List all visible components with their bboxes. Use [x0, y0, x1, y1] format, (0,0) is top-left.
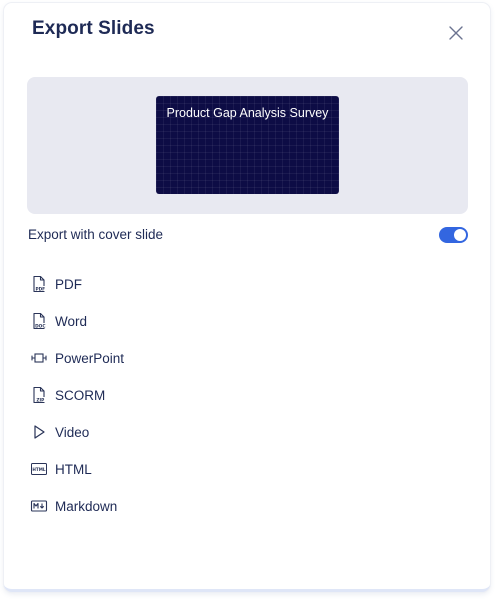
- export-option-word[interactable]: DOC Word: [28, 301, 468, 341]
- svg-text:HTML: HTML: [32, 467, 46, 472]
- markdown-icon: [29, 496, 49, 516]
- export-format-list: PDF PDF DOC Word PowerPoint ZIP SCORM Vi…: [28, 267, 468, 526]
- format-label: SCORM: [55, 387, 106, 403]
- close-icon[interactable]: [446, 23, 466, 43]
- html-icon: HTML: [29, 459, 49, 479]
- slide-preview-area: Product Gap Analysis Survey: [27, 77, 468, 214]
- slide-title: Product Gap Analysis Survey: [166, 106, 329, 120]
- cover-slide-toggle[interactable]: [439, 227, 468, 243]
- export-slides-dialog: Export Slides Product Gap Analysis Surve…: [4, 3, 490, 592]
- cover-slide-label: Export with cover slide: [28, 227, 164, 242]
- svg-text:DOC: DOC: [35, 323, 45, 329]
- format-label: Video: [55, 424, 90, 440]
- export-option-html[interactable]: HTML HTML: [28, 449, 468, 489]
- format-label: HTML: [55, 461, 92, 477]
- pdf-file-icon: PDF: [29, 274, 49, 294]
- dialog-title: Export Slides: [32, 18, 155, 39]
- cover-slide-thumbnail: Product Gap Analysis Survey: [156, 96, 339, 194]
- export-option-scorm[interactable]: ZIP SCORM: [28, 375, 468, 415]
- toggle-knob: [454, 229, 466, 241]
- svg-text:PDF: PDF: [35, 286, 45, 292]
- export-option-pdf[interactable]: PDF PDF: [28, 264, 468, 304]
- format-label: PowerPoint: [55, 350, 125, 366]
- format-label: Markdown: [55, 498, 118, 514]
- export-option-markdown[interactable]: Markdown: [28, 486, 468, 526]
- svg-text:ZIP: ZIP: [36, 397, 44, 403]
- export-option-video[interactable]: Video: [28, 412, 468, 452]
- format-label: PDF: [55, 276, 82, 292]
- play-icon: [29, 422, 49, 442]
- zip-file-icon: ZIP: [29, 385, 49, 405]
- doc-file-icon: DOC: [29, 311, 49, 331]
- format-label: Word: [55, 313, 88, 329]
- presentation-icon: [29, 348, 49, 368]
- export-option-powerpoint[interactable]: PowerPoint: [28, 338, 468, 378]
